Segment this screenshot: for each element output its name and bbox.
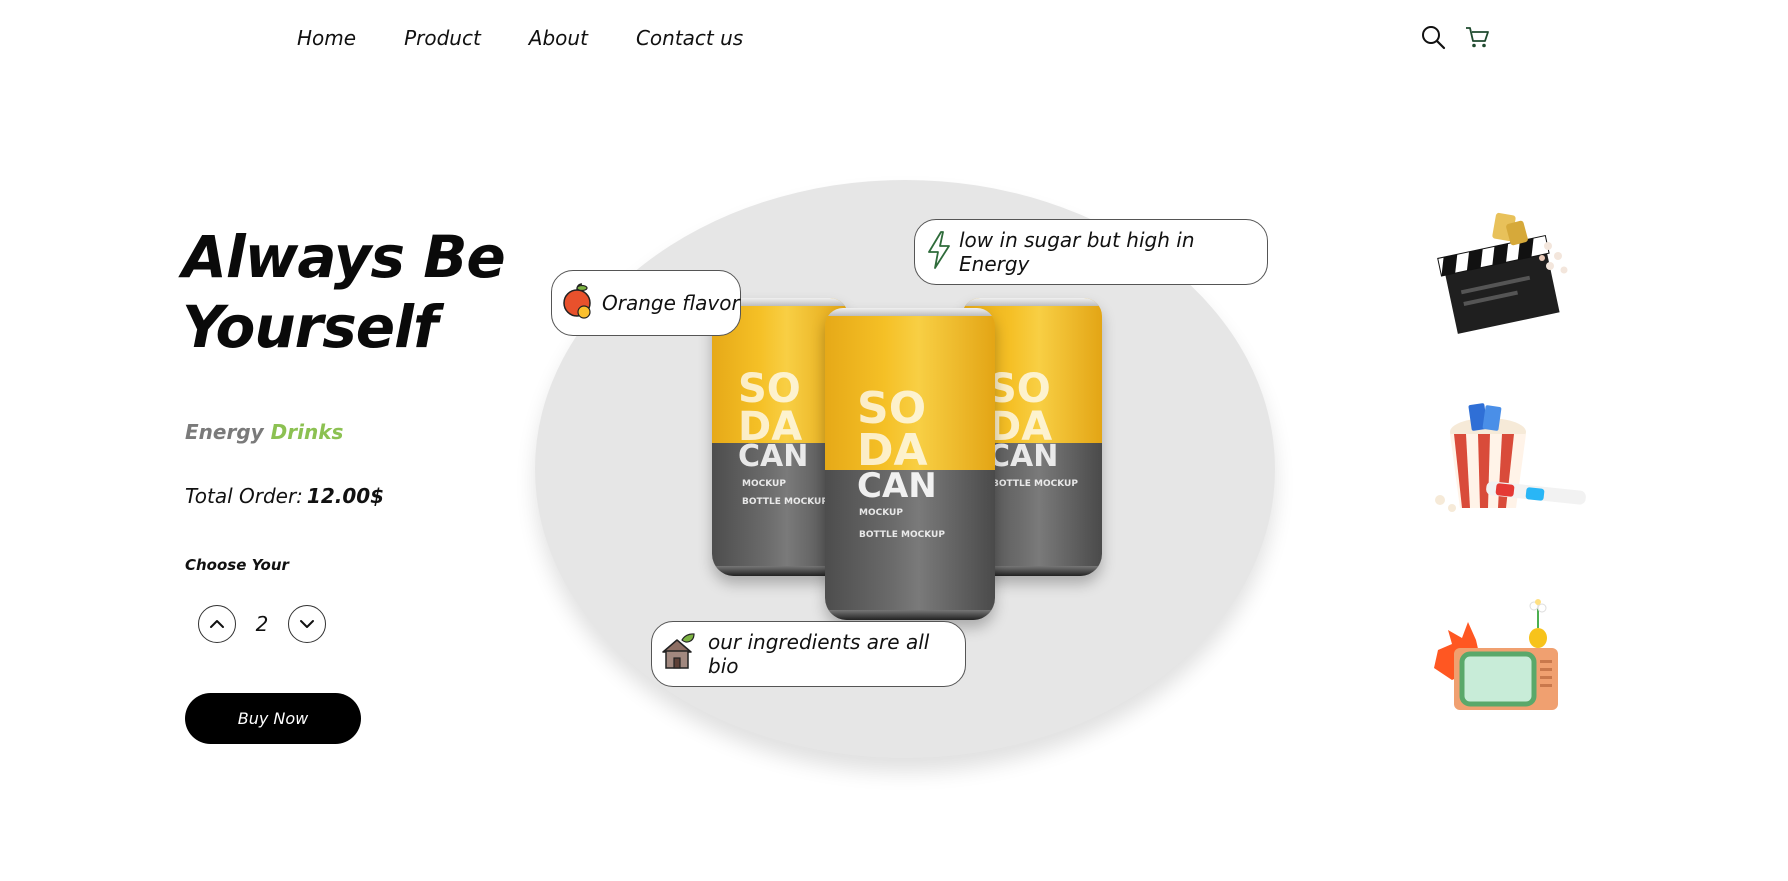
nav-about[interactable]: About xyxy=(529,24,588,52)
popcorn-icon xyxy=(1430,400,1600,524)
orange-icon xyxy=(560,281,596,326)
quantity-decrease-button[interactable] xyxy=(288,605,326,643)
nav-contact[interactable]: Contact us xyxy=(636,24,743,52)
nav-icons xyxy=(1420,24,1490,50)
chevron-down-icon xyxy=(300,620,314,628)
eco-house-icon xyxy=(660,632,696,677)
feature-bio-label: our ingredients are all bio xyxy=(708,630,930,678)
nav-home[interactable]: Home xyxy=(297,24,356,52)
feature-low-sugar: low in sugar but high in Energy xyxy=(914,219,1268,285)
feature-bio: our ingredients are all bio xyxy=(651,621,966,687)
choose-label: Choose Your xyxy=(185,556,289,574)
nav-product[interactable]: Product xyxy=(404,24,481,52)
quantity-stepper: 2 xyxy=(198,605,326,643)
lightning-icon xyxy=(925,230,953,275)
clapperboard-icon xyxy=(1430,212,1580,346)
search-icon[interactable] xyxy=(1420,24,1446,50)
cart-icon[interactable] xyxy=(1464,24,1490,50)
soda-can-front: SO DA CAN MOCKUP BOTTLE MOCKUP xyxy=(825,308,995,620)
feature-orange-label: Orange flavor xyxy=(602,291,740,315)
feature-low-sugar-label: low in sugar but high in Energy xyxy=(959,228,1195,276)
quantity-value: 2 xyxy=(255,612,269,636)
feature-orange-flavor: Orange flavor xyxy=(551,270,741,336)
main-nav: Home Product About Contact us xyxy=(297,24,791,52)
hero-subtitle: Energy Drinks xyxy=(185,420,343,444)
buy-now-button[interactable]: Buy Now xyxy=(185,693,361,744)
total-value: 12.00$ xyxy=(306,484,385,508)
chevron-up-icon xyxy=(210,620,224,628)
subtitle-drinks: Drinks xyxy=(270,420,344,444)
subtitle-energy: Energy xyxy=(185,420,264,444)
hero-title: Always Be Yourself xyxy=(182,223,506,361)
total-order: Total Order: 12.00$ xyxy=(185,484,384,508)
quantity-increase-button[interactable] xyxy=(198,605,236,643)
retro-tv-icon xyxy=(1430,596,1590,720)
total-label: Total Order: xyxy=(185,484,303,508)
